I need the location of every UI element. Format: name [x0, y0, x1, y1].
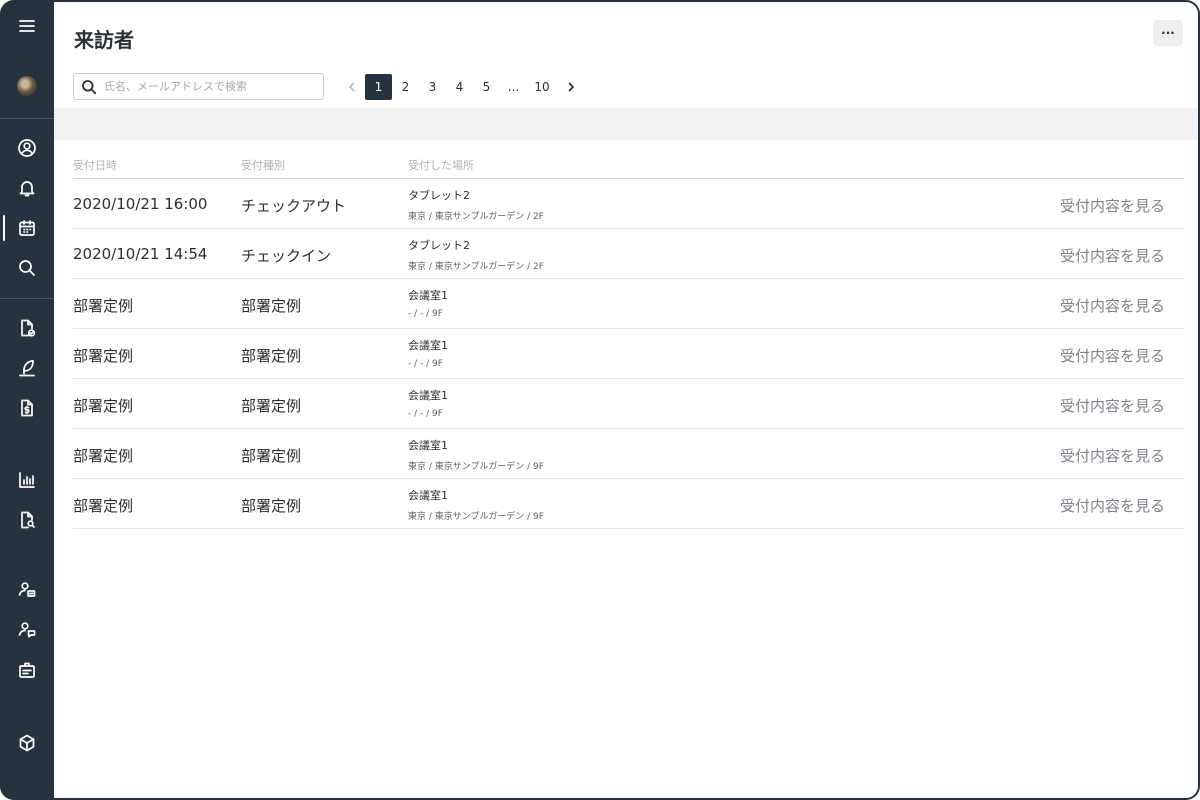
reception-place: 会議室1 — [408, 389, 448, 402]
feather-icon[interactable] — [0, 353, 54, 383]
reception-type: 部署定例 — [241, 397, 302, 415]
reception-type: 部署定例 — [241, 297, 302, 315]
page-button-1[interactable]: 1 — [365, 74, 392, 100]
bar-chart-icon[interactable] — [0, 465, 54, 495]
chevron-left-icon — [348, 82, 354, 92]
document-search-icon[interactable] — [0, 505, 54, 535]
reception-type: チェックアウト — [241, 197, 347, 215]
table-row: 部署定例 部署定例 会議室1 - / - / 9F 受付内容を見る — [73, 329, 1184, 379]
invoice-dollar-icon[interactable] — [0, 393, 54, 423]
view-details-link[interactable]: 受付内容を見る — [1060, 195, 1165, 216]
reception-location: 東京 / 東京サンプルガーデン / 9F — [408, 512, 544, 522]
sidebar-divider — [0, 118, 54, 119]
page-button-5[interactable]: 5 — [473, 74, 500, 100]
table-row: 2020/10/21 16:00 チェックアウト タブレット2 東京 / 東京サ… — [73, 179, 1184, 229]
id-badge-icon[interactable] — [0, 655, 54, 685]
pagination: 1 2 3 4 5 ... 10 — [338, 74, 584, 100]
table-row: 2020/10/21 14:54 チェックイン タブレット2 東京 / 東京サン… — [73, 229, 1184, 279]
reception-place: タブレット2 — [408, 239, 470, 252]
search-box[interactable] — [73, 73, 324, 100]
reception-type: 部署定例 — [241, 347, 302, 365]
calendar-icon[interactable] — [0, 213, 54, 243]
reception-type: 部署定例 — [241, 497, 302, 515]
reception-location: 東京 / 東京サンプルガーデン / 9F — [408, 462, 544, 472]
search-icon[interactable] — [0, 253, 54, 283]
avatar[interactable] — [0, 71, 54, 101]
search-input[interactable] — [104, 77, 319, 96]
reception-location: - / - / 9F — [408, 359, 443, 369]
user-avatar-image — [17, 76, 37, 96]
chevron-right-icon — [568, 82, 574, 92]
table-row: 部署定例 部署定例 会議室1 - / - / 9F 受付内容を見る — [73, 279, 1184, 329]
table-row: 部署定例 部署定例 会議室1 - / - / 9F 受付内容を見る — [73, 379, 1184, 429]
table-row: 部署定例 部署定例 会議室1 東京 / 東京サンプルガーデン / 9F 受付内容… — [73, 479, 1184, 529]
view-details-link[interactable]: 受付内容を見る — [1060, 395, 1165, 416]
reception-place: 会議室1 — [408, 489, 448, 502]
page-ellipsis: ... — [507, 80, 520, 94]
header-date: 受付日時 — [73, 159, 117, 172]
document-check-icon[interactable] — [0, 313, 54, 343]
table-header: 受付日時 受付種別 受付した場所 — [73, 152, 1184, 179]
view-details-link[interactable]: 受付内容を見る — [1060, 345, 1165, 366]
search-icon — [81, 79, 97, 95]
header-place: 受付した場所 — [408, 159, 474, 172]
user-card-icon[interactable] — [0, 575, 54, 605]
view-details-link[interactable]: 受付内容を見る — [1060, 295, 1165, 316]
previous-page-button[interactable] — [338, 74, 365, 100]
reception-type: 部署定例 — [241, 447, 302, 465]
page-button-4[interactable]: 4 — [446, 74, 473, 100]
main-content: 来訪者 ··· 1 2 3 4 5 ... 10 受付日時 — [54, 2, 1198, 798]
reception-date: 部署定例 — [73, 397, 134, 415]
reception-location: - / - / 9F — [408, 309, 443, 319]
reception-date: 部署定例 — [73, 447, 134, 465]
sidebar — [0, 0, 54, 800]
sidebar-divider — [0, 298, 54, 299]
reception-place: タブレット2 — [408, 189, 470, 202]
reception-place: 会議室1 — [408, 289, 448, 302]
page-title: 来訪者 — [74, 28, 134, 52]
page-button-3[interactable]: 3 — [419, 74, 446, 100]
reception-date: 部署定例 — [73, 497, 134, 515]
page-button-10[interactable]: 10 — [527, 74, 557, 100]
cube-icon[interactable] — [0, 728, 54, 758]
reception-date: 2020/10/21 16:00 — [73, 195, 208, 213]
reception-place: 会議室1 — [408, 339, 448, 352]
view-details-link[interactable]: 受付内容を見る — [1060, 445, 1165, 466]
reception-date: 2020/10/21 14:54 — [73, 245, 208, 263]
reception-place: 会議室1 — [408, 439, 448, 452]
header-type: 受付種別 — [241, 159, 285, 172]
page-button-2[interactable]: 2 — [392, 74, 419, 100]
next-page-button[interactable] — [557, 74, 584, 100]
user-chat-icon[interactable] — [0, 615, 54, 645]
view-details-link[interactable]: 受付内容を見る — [1060, 495, 1165, 516]
visitor-table: 受付日時 受付種別 受付した場所 2020/10/21 16:00 チェックアウ… — [73, 152, 1184, 529]
hamburger-icon[interactable] — [0, 11, 54, 41]
reception-date: 部署定例 — [73, 297, 134, 315]
reception-location: 東京 / 東京サンプルガーデン / 2F — [408, 262, 544, 272]
view-details-link[interactable]: 受付内容を見る — [1060, 245, 1165, 266]
reception-location: 東京 / 東京サンプルガーデン / 2F — [408, 212, 544, 222]
bell-icon[interactable] — [0, 173, 54, 203]
reception-type: チェックイン — [241, 247, 332, 265]
reception-location: - / - / 9F — [408, 409, 443, 419]
more-options-button[interactable]: ··· — [1153, 20, 1183, 46]
reception-date: 部署定例 — [73, 347, 134, 365]
filter-band — [54, 108, 1198, 140]
table-row: 部署定例 部署定例 会議室1 東京 / 東京サンプルガーデン / 9F 受付内容… — [73, 429, 1184, 479]
user-circle-icon[interactable] — [0, 133, 54, 163]
app-frame: 来訪者 ··· 1 2 3 4 5 ... 10 受付日時 — [0, 0, 1200, 800]
